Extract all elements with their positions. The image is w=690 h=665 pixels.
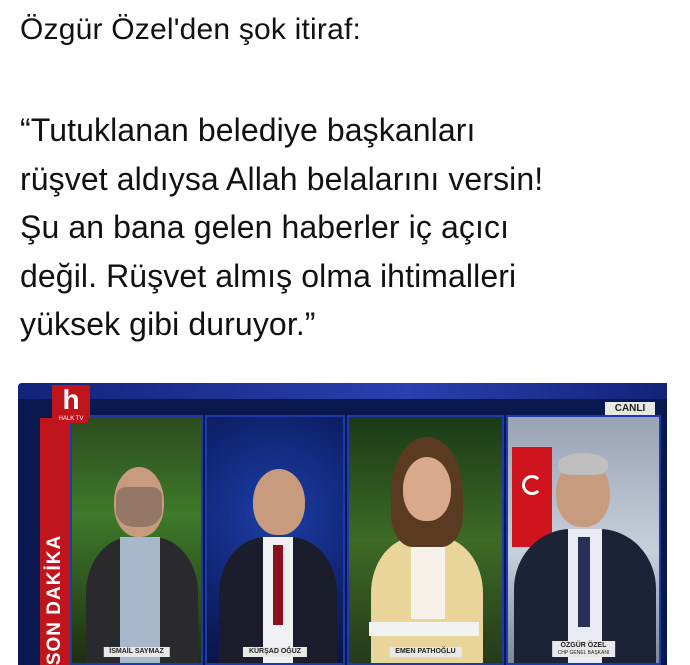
panel-host: EMEN PATHOĞLU <box>347 415 504 665</box>
channel-logo-sub: HALK TV <box>54 416 88 423</box>
guest-hair <box>558 453 608 475</box>
host-head <box>403 457 451 521</box>
name-tag: EMEN PATHOĞLU <box>389 647 462 657</box>
name-tag: KÜRŞAD OĞUZ <box>242 647 308 657</box>
panel-guest-2: KÜRŞAD OĞUZ <box>205 415 345 665</box>
guest-tie <box>578 537 590 627</box>
quote-line: değil. Rüşvet almış olma ihtimalleri <box>20 257 517 294</box>
flag-crescent-icon <box>522 475 542 495</box>
panel-guest-1: İSMAİL SAYMAZ <box>70 415 203 665</box>
guest-shirt <box>120 537 160 663</box>
host-papers <box>369 622 479 636</box>
tv-screenshot: İSMAİL SAYMAZ KÜRŞAD OĞUZ EMEN PATHOĞLU … <box>18 383 667 665</box>
host-top <box>411 539 445 619</box>
breaking-news-banner: SON DAKİKA <box>40 418 70 665</box>
guest-tie <box>273 545 283 625</box>
quote-line: yüksek gibi duruyor.” <box>20 306 316 342</box>
turkish-flag <box>512 447 552 547</box>
panel-guest-4: ÖZGÜR ÖZEL CHP GENEL BAŞKANI <box>506 415 661 665</box>
headline: Özgür Özel'den şok itiraf: <box>20 13 362 46</box>
quote-line: “Tutuklanan belediye başkanları <box>20 112 476 148</box>
name-tag: ÖZGÜR ÖZEL CHP GENEL BAŞKANI <box>551 641 616 657</box>
breaking-news-label: SON DAKİKA <box>44 534 65 665</box>
channel-logo: h <box>52 385 90 419</box>
quote-text: “Tutuklanan belediye başkanları rüşvet a… <box>20 106 543 349</box>
name-tag: İSMAİL SAYMAZ <box>103 647 170 657</box>
quote-line: rüşvet aldıysa Allah belalarını versin! <box>20 160 544 197</box>
tv-top-bar <box>18 383 667 399</box>
quote-line: Şu an bana gelen haberler iç açıcı <box>20 209 510 245</box>
guest-beard <box>116 487 162 527</box>
guest-head <box>253 469 305 535</box>
live-badge: CANLI <box>605 402 655 415</box>
